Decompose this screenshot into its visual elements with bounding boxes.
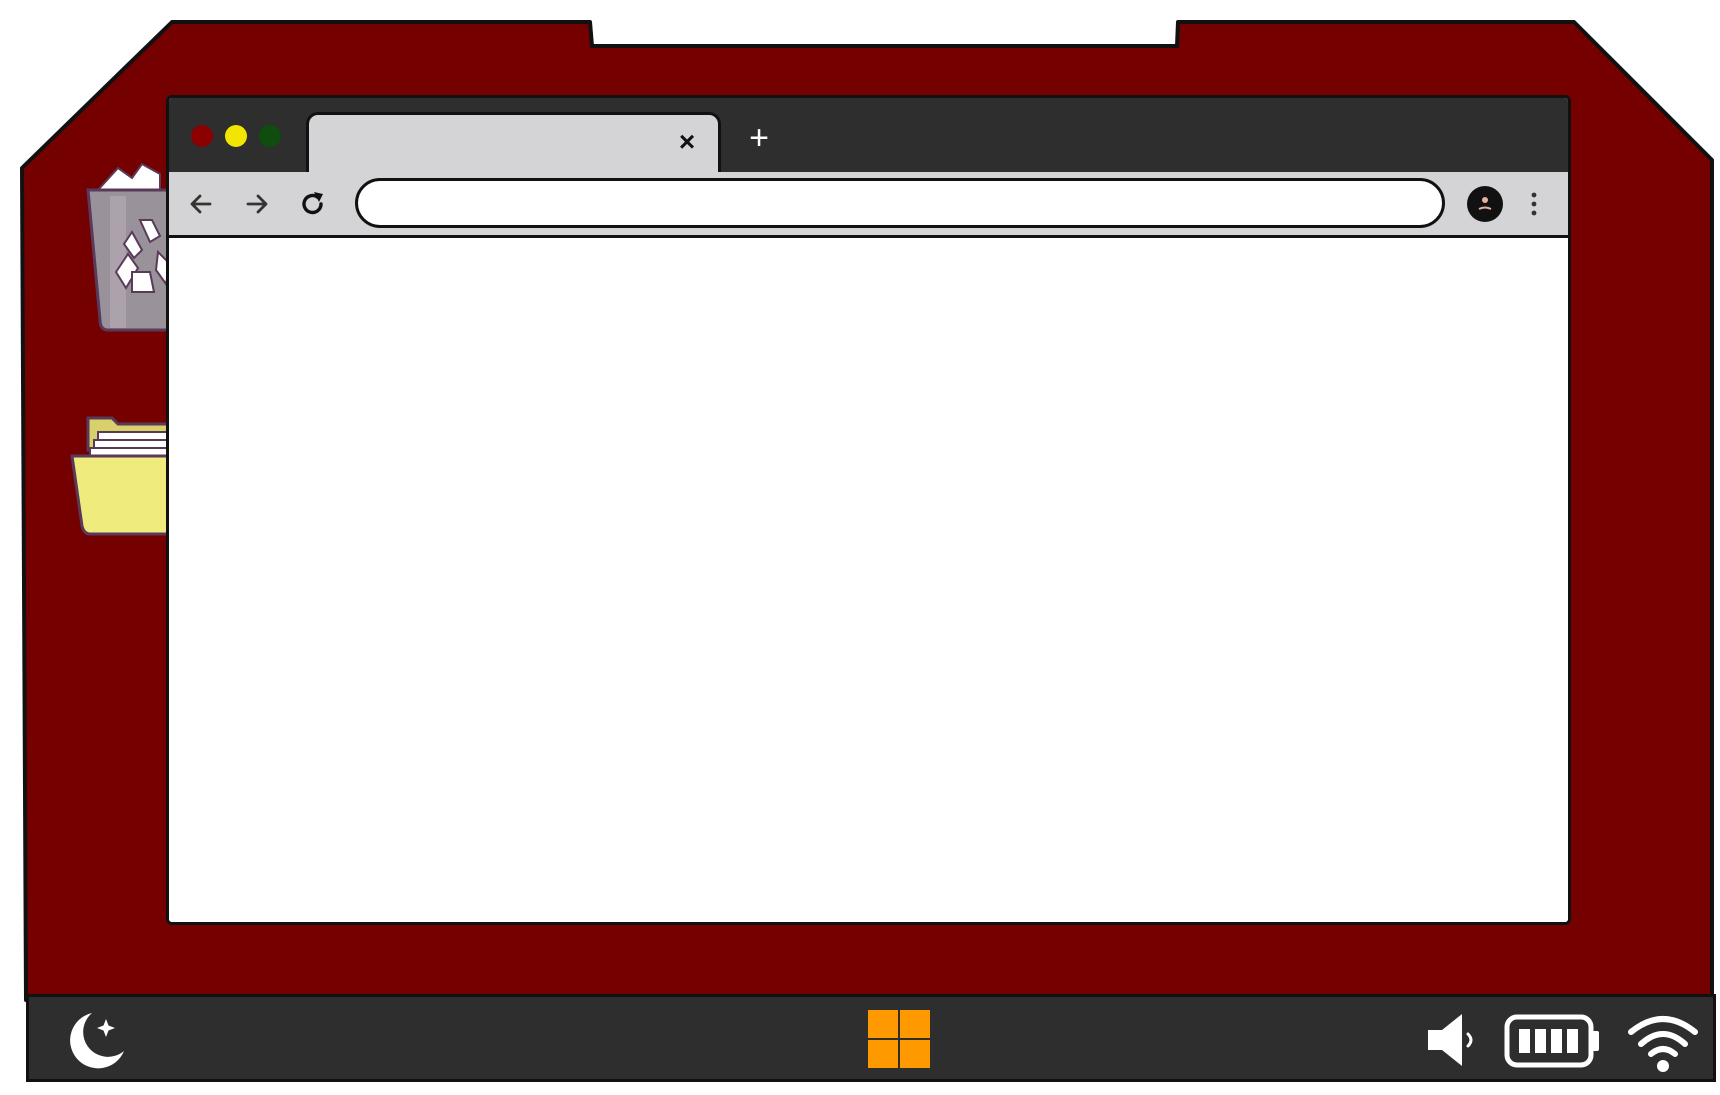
- folder-icon[interactable]: [68, 410, 180, 540]
- arrow-right-icon[interactable]: [237, 184, 277, 224]
- desktop-screen: × +: [0, 0, 1720, 1095]
- address-bar-input[interactable]: [355, 178, 1445, 228]
- arrow-left-icon[interactable]: [181, 184, 221, 224]
- window-maximize-button[interactable]: [259, 125, 281, 147]
- profile-avatar-icon[interactable]: [1465, 184, 1505, 224]
- volume-icon[interactable]: [1421, 1007, 1487, 1073]
- recycle-bin-icon[interactable]: [80, 160, 180, 335]
- page-viewport[interactable]: [169, 238, 1568, 922]
- battery-icon: [1503, 1009, 1603, 1073]
- night-mode-icon[interactable]: [61, 1009, 131, 1073]
- reload-icon[interactable]: [293, 184, 333, 224]
- browser-window: × +: [166, 95, 1571, 925]
- start-menu-icon[interactable]: [867, 1009, 931, 1069]
- tab-strip: × +: [169, 98, 1568, 184]
- tab-close-icon[interactable]: ×: [672, 127, 702, 157]
- taskbar: [26, 994, 1716, 1082]
- browser-toolbar: [169, 172, 1568, 238]
- window-close-button[interactable]: [191, 125, 213, 147]
- more-vertical-icon[interactable]: [1519, 184, 1549, 224]
- new-tab-button[interactable]: +: [739, 118, 779, 158]
- wifi-icon[interactable]: [1623, 1007, 1703, 1077]
- window-minimize-button[interactable]: [225, 125, 247, 147]
